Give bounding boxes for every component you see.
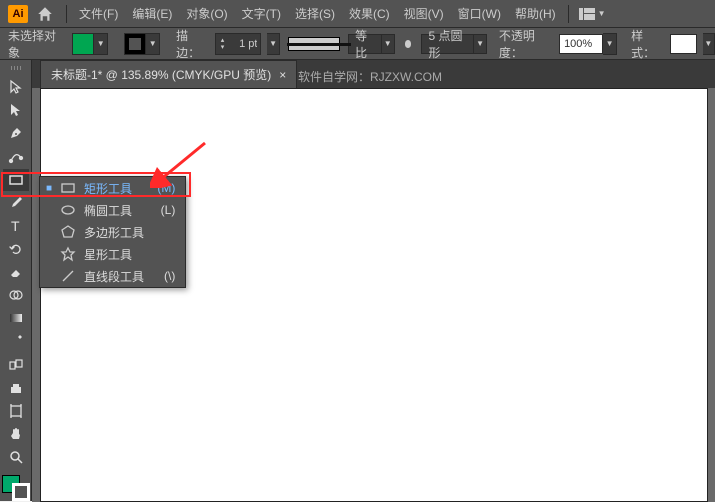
toolbar: T [0, 60, 32, 501]
flyout-star-tool[interactable]: 星形工具 [40, 243, 185, 265]
flyout-item-label: 直线段工具 [84, 268, 144, 285]
type-tool[interactable]: T [3, 215, 29, 237]
toolbar-stroke-swatch[interactable] [12, 483, 30, 501]
zoom-tool[interactable] [3, 446, 29, 468]
stroke-weight-dropdown[interactable]: ▼ [267, 33, 279, 55]
menu-help[interactable]: 帮助(H) [509, 1, 562, 26]
flyout-ellipse-tool[interactable]: 椭圆工具 (L) [40, 199, 185, 221]
selected-marker: ■ [46, 183, 52, 194]
direct-selection-tool[interactable] [3, 99, 29, 121]
app-logo: Ai [8, 5, 28, 23]
style-swatch[interactable] [670, 34, 696, 54]
layout-icon[interactable]: ▼ [579, 8, 606, 20]
stroke-weight-stepper[interactable]: ▴▾ [216, 37, 228, 51]
artboard-canvas[interactable] [40, 88, 708, 502]
style-label: 样式： [631, 27, 662, 61]
rectangle-tool[interactable] [3, 169, 29, 191]
stroke-weight-field[interactable] [228, 34, 260, 54]
selection-status: 未选择对象 [8, 27, 60, 61]
document-tab-title: 未标题-1* @ 135.89% (CMYK/GPU 预览) [51, 66, 271, 83]
menu-select[interactable]: 选择(S) [289, 1, 341, 26]
opacity-field[interactable] [559, 34, 603, 54]
control-bar: 未选择对象 ▼ ▼ 描边： ▴▾ ▼ 等比 ▼ 5 点圆形 ▼ 不透明度： ▼ … [0, 28, 715, 60]
artboard-tool[interactable] [3, 400, 29, 422]
flyout-item-shortcut: (\) [152, 269, 175, 283]
menu-type[interactable]: 文字(T) [236, 1, 287, 26]
stroke-label: 描边： [176, 27, 207, 61]
menubar: Ai 文件(F) 编辑(E) 对象(O) 文字(T) 选择(S) 效果(C) 视… [0, 0, 715, 28]
flyout-polygon-tool[interactable]: 多边形工具 [40, 221, 185, 243]
stroke-swatch[interactable] [124, 33, 146, 55]
flyout-rectangle-tool[interactable]: ■ 矩形工具 (M) [40, 177, 185, 199]
line-icon [60, 268, 76, 284]
symbol-sprayer-tool[interactable] [3, 377, 29, 399]
menu-separator [568, 5, 569, 23]
brush-label: 5 点圆形 [422, 35, 474, 53]
rotate-tool[interactable] [3, 238, 29, 260]
flyout-item-label: 矩形工具 [84, 180, 132, 197]
curvature-tool[interactable] [3, 145, 29, 167]
style-dropdown[interactable]: ▼ [703, 33, 715, 55]
gradient-tool[interactable] [3, 307, 29, 329]
menu-separator [66, 5, 67, 23]
svg-text:T: T [11, 218, 20, 234]
document-tabbar: 未标题-1* @ 135.89% (CMYK/GPU 预览) × 软件自学网：R… [32, 60, 715, 88]
shape-builder-tool[interactable] [3, 284, 29, 306]
opacity-dropdown[interactable]: ▼ [603, 33, 617, 55]
flyout-item-shortcut: (L) [149, 203, 176, 217]
home-icon[interactable] [36, 5, 54, 23]
menu-file[interactable]: 文件(F) [73, 1, 124, 26]
rectangle-icon [60, 180, 76, 196]
shape-tool-flyout: ■ 矩形工具 (M) 椭圆工具 (L) 多边形工具 星形工具 直线段工具 (\) [39, 176, 186, 288]
pen-tool[interactable] [3, 122, 29, 144]
star-icon [60, 246, 76, 262]
ellipse-icon [60, 202, 76, 218]
brush-dropdown[interactable]: 5 点圆形 ▼ [421, 34, 486, 54]
canvas-wrap [32, 88, 715, 502]
fill-swatch[interactable] [72, 33, 94, 55]
watermark-text: 软件自学网：RJZXW.COM [298, 68, 442, 85]
paintbrush-tool[interactable] [3, 192, 29, 214]
hand-tool[interactable] [3, 423, 29, 445]
stroke-dropdown[interactable]: ▼ [146, 33, 160, 55]
fill-stroke-swatches[interactable] [2, 475, 30, 501]
stroke-profile-preview[interactable] [288, 37, 340, 51]
eraser-tool[interactable] [3, 261, 29, 283]
flyout-item-label: 椭圆工具 [84, 202, 132, 219]
opacity-label: 不透明度： [499, 27, 551, 61]
document-tab[interactable]: 未标题-1* @ 135.89% (CMYK/GPU 预览) × [40, 60, 297, 88]
menu-view[interactable]: 视图(V) [398, 1, 450, 26]
flyout-item-shortcut: (M) [145, 181, 175, 195]
eyedropper-tool[interactable] [3, 330, 29, 352]
stroke-weight-input[interactable]: ▴▾ [215, 33, 261, 55]
flyout-item-label: 多边形工具 [84, 224, 144, 241]
flyout-item-label: 星形工具 [84, 246, 132, 263]
brush-dot-icon [405, 40, 412, 48]
selection-tool[interactable] [3, 76, 29, 98]
menu-object[interactable]: 对象(O) [180, 1, 233, 26]
polygon-icon [60, 224, 76, 240]
scale-label: 等比 [349, 35, 382, 53]
fill-dropdown[interactable]: ▼ [94, 33, 108, 55]
blend-tool[interactable] [3, 354, 29, 376]
scale-dropdown[interactable]: 等比 ▼ [348, 34, 394, 54]
menu-effect[interactable]: 效果(C) [343, 1, 396, 26]
toolbar-handle[interactable] [5, 66, 27, 70]
menu-window[interactable]: 窗口(W) [452, 1, 507, 26]
menu-edit[interactable]: 编辑(E) [126, 1, 178, 26]
close-icon[interactable]: × [279, 68, 286, 82]
flyout-line-tool[interactable]: 直线段工具 (\) [40, 265, 185, 287]
